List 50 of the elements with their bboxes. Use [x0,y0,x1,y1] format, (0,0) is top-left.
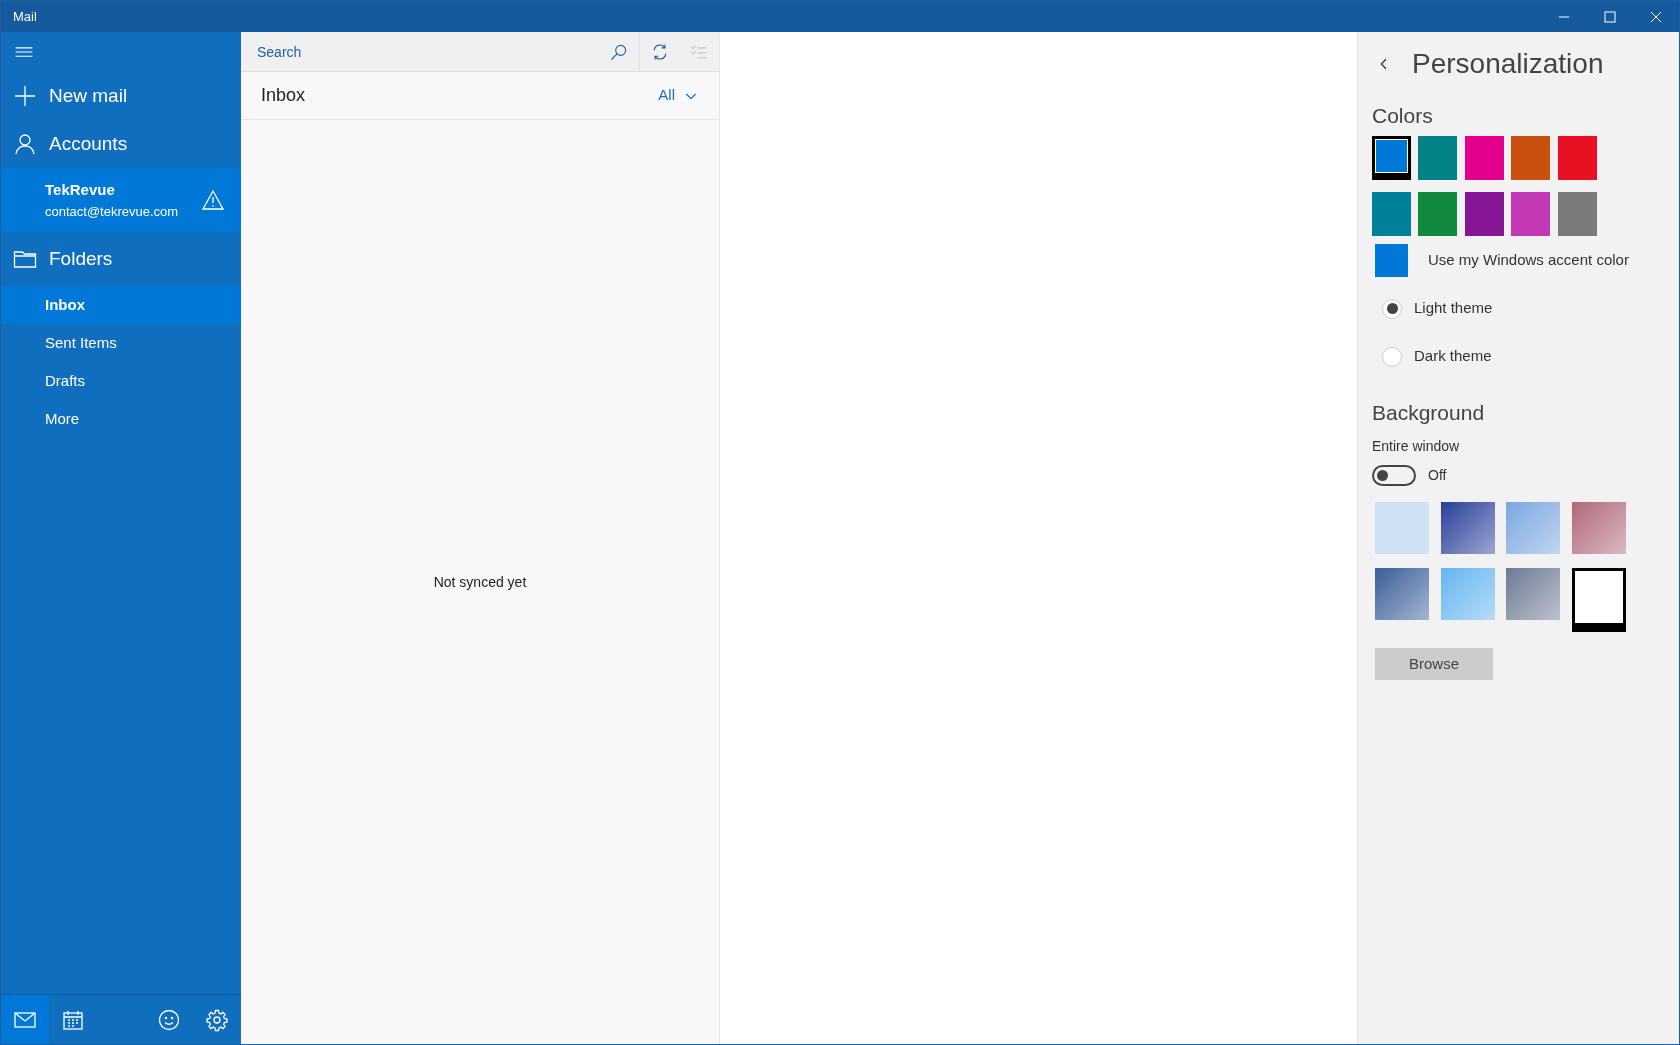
accent-swatch[interactable] [1375,243,1408,277]
photo-placeholder[interactable] [1506,568,1560,620]
folder-item[interactable]: Inbox [1,286,241,324]
section-heading: Background [1372,399,1486,426]
color-swatch[interactable] [1557,135,1597,180]
plus-icon [13,84,37,108]
warning-icon [201,188,225,212]
panel-title: Personalization [1412,47,1604,81]
person-icon [13,132,37,156]
search-box[interactable]: Search [241,32,719,72]
color-swatch[interactable] [1372,135,1411,180]
settings-icon [205,1007,229,1032]
empty-message: Not synced yet [433,572,527,592]
smiley-icon [157,1007,181,1032]
background-swatch[interactable] [1375,502,1429,554]
accounts-button[interactable]: Accounts [1,120,241,168]
accent-label: Use my Windows accent color [1428,249,1629,270]
folder-title: Inbox [261,84,307,107]
folder-item[interactable]: Sent Items [1,324,241,362]
browse-button[interactable]: Browse [1375,648,1493,680]
account-email: contact@tekrevue.com [45,202,180,221]
section-heading: Colors [1372,103,1434,129]
toggle-switch[interactable] [1372,465,1416,486]
toggle-label: Off [1428,466,1447,485]
account-name: TekRevue [45,180,116,200]
nav-button[interactable] [1,995,49,1044]
photo-placeholder[interactable] [1440,502,1495,554]
field-label: Entire window [1372,437,1461,456]
color-swatch[interactable] [1464,135,1504,180]
background-swatch[interactable] [1571,568,1626,632]
new-mail-button[interactable]: New mail [1,72,241,120]
photo-placeholder[interactable] [1571,502,1626,554]
close-icon [1650,10,1662,23]
folders-button[interactable]: Folders [1,232,241,286]
color-swatch[interactable] [1511,135,1551,180]
color-swatch[interactable] [1418,191,1458,236]
filter-dropdown[interactable]: All [658,84,699,107]
theme-radio[interactable]: Dark theme [1382,340,1679,373]
theme-radio[interactable]: Light theme [1382,292,1679,325]
color-swatch[interactable] [1372,191,1411,236]
color-swatch[interactable] [1418,135,1458,180]
color-swatch[interactable] [1464,191,1504,236]
account-item[interactable]: TekRevue contact@tekrevue.com [1,168,241,232]
window-title: Mail [13,7,38,26]
maximize-icon [1604,10,1616,23]
folder-item[interactable]: Drafts [1,362,241,400]
color-swatch[interactable] [1511,191,1551,236]
folder-item[interactable]: More [1,400,241,438]
color-swatch[interactable] [1557,191,1597,236]
photo-placeholder[interactable] [1375,568,1429,620]
